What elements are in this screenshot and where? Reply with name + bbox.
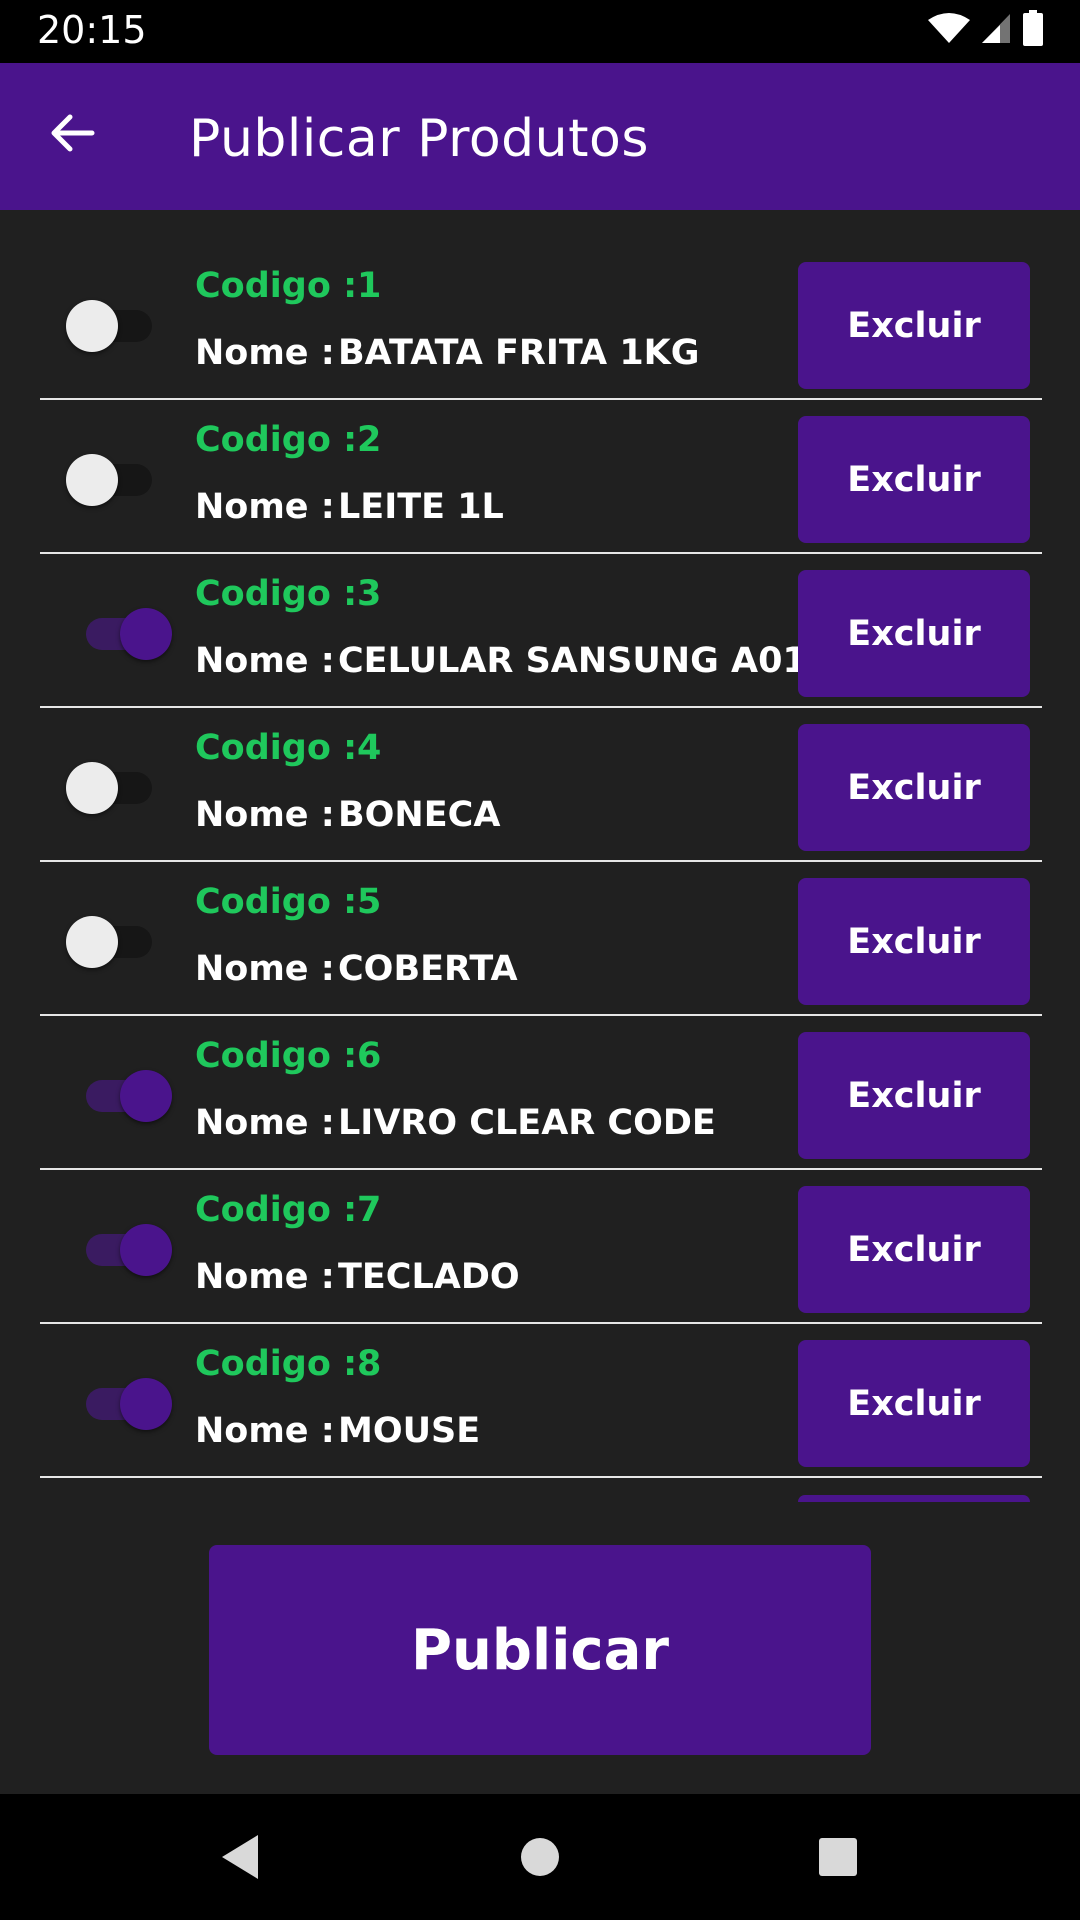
code-label: Codigo : [195,266,358,306]
select-switch[interactable] [64,604,174,664]
nav-recents-button[interactable] [808,1829,868,1889]
system-nav-bar [0,1794,1080,1920]
nav-home-button[interactable] [510,1829,570,1889]
product-code: 7 [357,1190,382,1230]
publish-button[interactable]: Publicar [209,1545,871,1755]
nav-back-icon [218,1833,262,1886]
product-code: 4 [357,728,382,768]
name-label: Nome : [195,949,335,989]
code-label: Codigo : [195,728,358,768]
code-label: Codigo : [195,1036,358,1076]
nav-recents-icon [818,1837,858,1882]
nav-home-icon [520,1837,560,1882]
product-row: Codigo :5 Nome : COBERTA Excluir [40,862,1042,1016]
product-name: LIVRO CLEAR CODE [338,1103,716,1143]
select-switch[interactable] [64,450,174,510]
product-name: LEITE 1L [338,487,504,527]
select-switch[interactable] [64,912,174,972]
code-label: Codigo : [195,420,358,460]
delete-button[interactable]: Excluir [798,262,1030,389]
delete-button[interactable]: Excluir [798,570,1030,697]
product-name: CELULAR SANSUNG A01 [338,641,807,681]
product-code: 8 [357,1344,382,1384]
battery-icon [1022,9,1044,51]
delete-button[interactable]: Excluir [798,878,1030,1005]
code-label: Codigo : [195,1190,358,1230]
delete-button[interactable]: Excluir [798,1186,1030,1313]
name-label: Nome : [195,1257,335,1297]
select-switch[interactable] [64,296,174,356]
product-code: 6 [357,1036,382,1076]
name-label: Nome : [195,1103,335,1143]
select-switch[interactable] [64,1374,174,1434]
delete-button[interactable]: Excluir [798,1340,1030,1467]
product-list[interactable]: Codigo :1 Nome : BATATA FRITA 1KG Excluir… [0,210,1080,1502]
product-name: BONECA [338,795,501,835]
delete-button[interactable]: Excluir [798,1032,1030,1159]
product-row: Codigo :3 Nome : CELULAR SANSUNG A01 Excl… [40,554,1042,708]
status-icons [928,9,1044,51]
product-row: Codigo :4 Nome : BONECA Excluir [40,708,1042,862]
status-time: 20:15 [37,8,147,52]
delete-button-partial[interactable] [798,1495,1030,1502]
code-label: Codigo : [195,574,358,614]
name-label: Nome : [195,1411,335,1451]
product-name: COBERTA [338,949,518,989]
product-name: BATATA FRITA 1KG [338,333,700,373]
delete-button[interactable]: Excluir [798,724,1030,851]
cell-signal-icon [980,12,1012,49]
product-row: Codigo :1 Nome : BATATA FRITA 1KG Excluir [40,246,1042,400]
back-button[interactable] [40,103,104,167]
nav-back-button[interactable] [210,1829,270,1889]
app-bar: Publicar Produtos [0,63,1080,210]
product-code: 2 [357,420,382,460]
product-code: 1 [357,266,382,306]
code-label: Codigo : [195,882,358,922]
name-label: Nome : [195,333,335,373]
name-label: Nome : [195,487,335,527]
product-row: Codigo :7 Nome : TECLADO Excluir [40,1170,1042,1324]
product-row: Codigo :2 Nome : LEITE 1L Excluir [40,400,1042,554]
arrow-back-icon [48,109,96,162]
select-switch[interactable] [64,1220,174,1280]
delete-button[interactable]: Excluir [798,416,1030,543]
select-switch[interactable] [64,1066,174,1126]
page-title: Publicar Produtos [189,109,649,169]
product-row: Codigo :8 Nome : MOUSE Excluir [40,1324,1042,1478]
product-name: TECLADO [338,1257,520,1297]
product-name: MOUSE [338,1411,481,1451]
name-label: Nome : [195,641,335,681]
select-switch[interactable] [64,758,174,818]
product-row: Codigo :6 Nome : LIVRO CLEAR CODE Excluir [40,1016,1042,1170]
code-label: Codigo : [195,1344,358,1384]
name-label: Nome : [195,795,335,835]
status-bar: 20:15 [0,0,1080,63]
wifi-icon [928,12,970,49]
product-code: 5 [357,882,382,922]
product-code: 3 [357,574,382,614]
